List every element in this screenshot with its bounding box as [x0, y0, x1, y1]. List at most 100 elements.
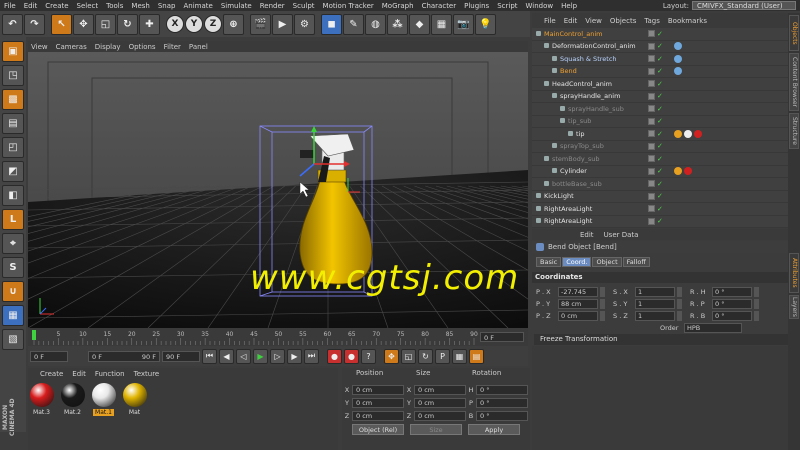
tag-icon[interactable]	[674, 167, 682, 176]
object-row[interactable]: Bend ✓	[532, 66, 788, 78]
attr-menu-user-data[interactable]: User Data	[604, 231, 639, 239]
order-dropdown[interactable]: HPB	[684, 322, 742, 333]
material-menu-texture[interactable]: Texture	[134, 370, 160, 378]
enabled-check-icon[interactable]: ✓	[657, 142, 663, 150]
timeline-window-icon[interactable]: ▤	[469, 348, 484, 364]
menu-plugins[interactable]: Plugins	[460, 2, 493, 10]
layer-visibility-icon[interactable]	[648, 142, 655, 150]
apply-button[interactable]: Apply	[468, 424, 520, 435]
array-icon[interactable]: ⁂	[387, 13, 408, 35]
make-editable-icon[interactable]: ▣	[2, 41, 24, 62]
menu-window[interactable]: Window	[522, 2, 558, 10]
enable-snap-icon[interactable]: S	[2, 257, 24, 278]
recent-tools-icon[interactable]: ✚	[139, 13, 160, 35]
tab-falloff[interactable]: Falloff	[622, 257, 650, 267]
edges-mode-icon[interactable]: ◩	[2, 161, 24, 182]
end-frame-field[interactable]: 90 F	[162, 350, 200, 362]
tag-icon[interactable]	[674, 42, 682, 51]
coordinate-mode-dropdown[interactable]: Object (Rel)	[352, 424, 404, 435]
polygons-mode-icon[interactable]: ◧	[2, 185, 24, 206]
size-x-field[interactable]: 0 cm	[414, 384, 466, 395]
size-mode-dropdown[interactable]: Size	[410, 424, 462, 435]
enabled-check-icon[interactable]: ✓	[657, 67, 663, 75]
rot-b-field[interactable]: 0 °	[712, 310, 752, 321]
axis-y-button[interactable]: Y	[185, 15, 203, 33]
enabled-check-icon[interactable]: ✓	[657, 167, 663, 175]
layer-visibility-icon[interactable]	[648, 130, 655, 138]
previous-key-icon[interactable]: ◀	[219, 348, 234, 364]
layer-visibility-icon[interactable]	[648, 205, 655, 213]
tag-icon[interactable]	[684, 129, 692, 138]
enabled-check-icon[interactable]: ✓	[657, 192, 663, 200]
scale-z-field[interactable]: 1	[635, 310, 675, 321]
model-mode-icon[interactable]: ◳	[2, 65, 24, 86]
viewport-menu-panel[interactable]: Panel	[189, 43, 208, 51]
rotation-p-field[interactable]: 0 °	[476, 397, 528, 408]
menu-sculpt[interactable]: Sculpt	[289, 2, 319, 10]
object-row[interactable]: bottleBase_sub ✓	[532, 178, 788, 191]
position-z-field[interactable]: 0 cm	[352, 410, 404, 421]
object-row[interactable]: sprayTop_sub ✓	[532, 141, 788, 153]
pos-y-field[interactable]: 88 cm	[558, 298, 598, 309]
rot-p-field[interactable]: 0 °	[712, 298, 752, 309]
size-z-field[interactable]: 0 cm	[414, 410, 466, 421]
object-row[interactable]: tip_sub ✓	[532, 116, 788, 128]
scale-y-field[interactable]: 1	[635, 298, 675, 309]
side-tab-structure[interactable]: Structure	[789, 113, 799, 149]
preview-range-slider[interactable]: 0 F 90 F	[88, 350, 160, 362]
viewport-menu-options[interactable]: Options	[129, 43, 156, 51]
axis-mode-icon[interactable]: L	[2, 209, 24, 230]
menu-animate[interactable]: Animate	[179, 2, 216, 10]
tag-icon[interactable]	[694, 129, 702, 138]
enabled-check-icon[interactable]: ✓	[657, 80, 663, 88]
nurbs-icon[interactable]: ◍	[365, 13, 386, 35]
live-selection-icon[interactable]: ↖	[51, 13, 72, 35]
side-tab-content-browser[interactable]: Content Browser	[789, 53, 799, 111]
menu-select[interactable]: Select	[73, 2, 103, 10]
layer-visibility-icon[interactable]	[648, 105, 655, 113]
axis-x-button[interactable]: X	[166, 15, 184, 33]
rotation-b-field[interactable]: 0 °	[476, 410, 528, 421]
spinner-icon[interactable]	[600, 310, 605, 321]
enabled-check-icon[interactable]: ✓	[657, 155, 663, 163]
material-item[interactable]: Mat.1	[90, 383, 117, 450]
scale-x-field[interactable]: 1	[635, 286, 675, 297]
object-menu-file[interactable]: File	[544, 17, 556, 25]
spinner-icon[interactable]	[600, 286, 605, 297]
next-key-icon[interactable]: ▶	[287, 348, 302, 364]
key-position-icon[interactable]: ✥	[384, 348, 399, 364]
menu-edit[interactable]: Edit	[20, 2, 42, 10]
enabled-check-icon[interactable]: ✓	[657, 217, 663, 225]
rot-h-field[interactable]: 0 °	[712, 286, 752, 297]
tag-icon[interactable]	[684, 167, 692, 176]
timeline-ruler[interactable]: 051015202530354045505560657075808590 0 F	[28, 328, 528, 346]
viewport-menu-display[interactable]: Display	[95, 43, 121, 51]
side-tab-layers[interactable]: Layers	[789, 295, 799, 319]
object-row[interactable]: stemBody_sub ✓	[532, 153, 788, 166]
key-point-level-icon[interactable]: ▦	[452, 348, 467, 364]
workplane-grid-icon[interactable]: ▦	[2, 305, 24, 326]
enabled-check-icon[interactable]: ✓	[657, 130, 663, 138]
tab-coord[interactable]: Coord.	[562, 257, 592, 267]
key-scale-icon[interactable]: ◱	[401, 348, 416, 364]
object-menu-objects[interactable]: Objects	[610, 17, 636, 25]
undo-icon[interactable]: ↶	[2, 13, 23, 35]
tag-icon[interactable]	[674, 129, 682, 138]
object-row[interactable]: MainControl_anim ✓	[532, 28, 788, 41]
key-parameter-icon[interactable]: P	[435, 348, 450, 364]
rotate-icon[interactable]: ↻	[117, 13, 138, 35]
rotation-h-field[interactable]: 0 °	[476, 384, 528, 395]
pos-z-field[interactable]: 0 cm	[558, 310, 598, 321]
key-rotation-icon[interactable]: ↻	[418, 348, 433, 364]
menu-mesh[interactable]: Mesh	[127, 2, 153, 10]
layer-visibility-icon[interactable]	[648, 155, 655, 163]
spinner-icon[interactable]	[754, 310, 759, 321]
material-menu-create[interactable]: Create	[40, 370, 63, 378]
viewport-menu-cameras[interactable]: Cameras	[56, 43, 87, 51]
object-row[interactable]: HeadControl_anim ✓	[532, 78, 788, 91]
layer-visibility-icon[interactable]	[648, 80, 655, 88]
material-item[interactable]: Mat	[121, 383, 148, 450]
layer-visibility-icon[interactable]	[648, 167, 655, 175]
go-to-start-icon[interactable]: ⏮	[202, 348, 217, 364]
menu-character[interactable]: Character	[418, 2, 461, 10]
